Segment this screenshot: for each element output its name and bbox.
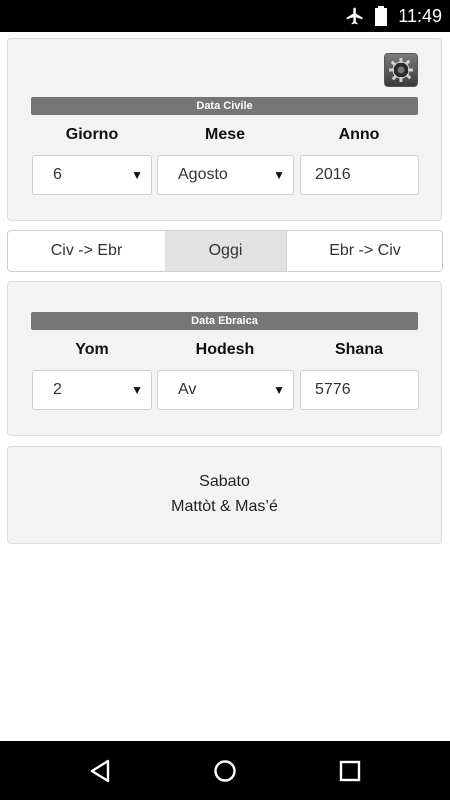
hebrew-year-value: 5776: [315, 381, 351, 398]
chevron-down-icon: ▼: [273, 383, 285, 397]
shana-label: Shana: [334, 341, 383, 358]
month-label: Mese: [204, 126, 246, 143]
hebrew-day-select[interactable]: 2 ▼: [32, 370, 152, 410]
civil-date-panel: Data Civile Giorno Mese Anno 6 ▼ Agosto …: [7, 38, 442, 221]
yom-label: Yom: [75, 341, 109, 358]
weekday-text: Sabato: [199, 473, 250, 490]
chevron-down-icon: ▼: [131, 168, 143, 182]
civil-date-header: Data Civile: [31, 97, 418, 115]
parasha-text: Mattòt & Mas’é: [171, 498, 278, 515]
chevron-down-icon: ▼: [273, 168, 285, 182]
today-button[interactable]: Oggi: [165, 231, 287, 271]
chevron-down-icon: ▼: [131, 383, 143, 397]
home-icon[interactable]: [211, 757, 239, 785]
hebrew-month-value: Av: [178, 381, 197, 398]
hebrew-year-input[interactable]: 5776: [300, 370, 419, 410]
airplane-icon: [346, 7, 363, 25]
hebrew-date-panel: Data Ebraica Yom Hodesh Shana 2 ▼ Av ▼ 5…: [7, 281, 442, 436]
status-bar: 11:49: [0, 0, 450, 32]
result-panel: Sabato Mattòt & Mas’é: [7, 446, 442, 544]
recents-icon[interactable]: [336, 757, 364, 785]
hodesh-label: Hodesh: [195, 341, 255, 358]
hebrew-month-select[interactable]: Av ▼: [157, 370, 294, 410]
gear-icon: [389, 58, 413, 82]
year-label: Anno: [338, 126, 380, 143]
civil-month-select[interactable]: Agosto ▼: [157, 155, 294, 195]
settings-button[interactable]: [384, 53, 418, 87]
civil-day-value: 6: [53, 166, 62, 183]
back-icon[interactable]: [86, 757, 114, 785]
civil-year-value: 2016: [315, 166, 351, 183]
civil-day-select[interactable]: 6 ▼: [32, 155, 152, 195]
civ-to-ebr-button[interactable]: Civ -> Ebr: [8, 231, 166, 271]
battery-icon: [375, 6, 387, 26]
ebr-to-civ-button[interactable]: Ebr -> Civ: [287, 231, 442, 271]
conversion-segmented-control: Civ -> Ebr Oggi Ebr -> Civ: [7, 230, 443, 272]
day-label: Giorno: [65, 126, 119, 143]
navigation-bar: [0, 741, 450, 800]
civil-year-input[interactable]: 2016: [300, 155, 419, 195]
status-time: 11:49: [398, 6, 442, 26]
hebrew-day-value: 2: [53, 381, 62, 398]
civil-month-value: Agosto: [178, 166, 228, 183]
hebrew-date-header: Data Ebraica: [31, 312, 418, 330]
